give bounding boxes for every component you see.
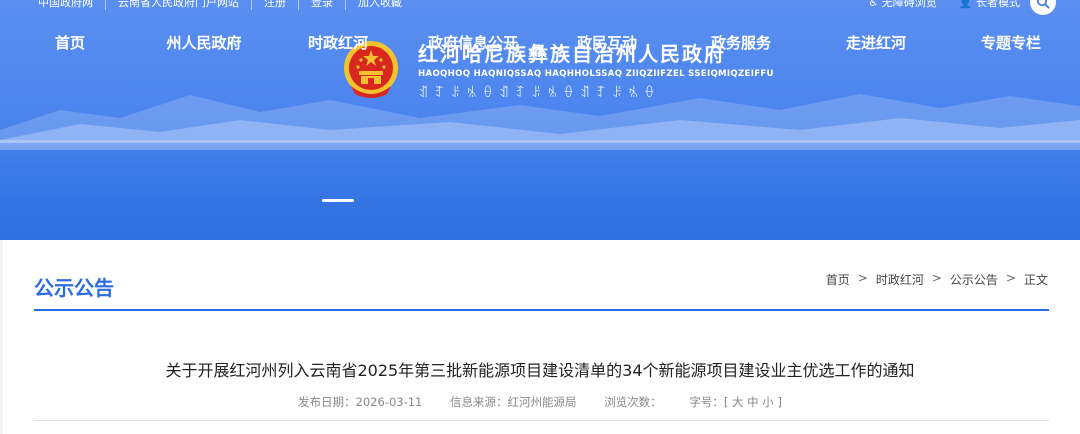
site-title-yi: ꀊꆈꌠꁱꂷꀊꆈꌠꁱꂷꀊꆈꌠꁱꂷ <box>418 86 661 101</box>
topbar-link-register[interactable]: 注册 <box>252 0 299 10</box>
breadcrumb-news[interactable]: 时政红河 <box>876 271 924 288</box>
article-title: 关于开展红河州列入云南省2025年第三批新能源项目建设清单的34个新能源项目建设… <box>165 361 915 380</box>
topbar-link-favorite[interactable]: 加入收藏 <box>346 0 414 10</box>
publish-date: 发布日期：2026-03-11 <box>298 395 423 409</box>
top-utility-bar: 中国政府网 云南省人民政府门户网站 注册 登录 加入收藏 ♿ 无障碍浏览 👤 长… <box>0 0 1080 12</box>
info-source: 信息来源：红河州能源局 <box>450 395 577 409</box>
search-icon <box>1036 0 1050 9</box>
view-count: 浏览次数： <box>604 395 662 409</box>
nav-item-topics[interactable]: 专题专栏 <box>981 32 1041 53</box>
breadcrumb-home[interactable]: 首页 <box>826 271 850 288</box>
section-divider <box>34 309 1049 311</box>
main-nav <box>0 140 1080 240</box>
topbar-link-gov[interactable]: 中国政府网 <box>38 0 106 10</box>
topbar-link-province[interactable]: 云南省人民政府门户网站 <box>106 0 252 10</box>
section-title: 公示公告 <box>34 276 114 300</box>
accessibility-label: 无障碍浏览 <box>881 0 937 9</box>
elder-mode-label: 长者模式 <box>976 0 1020 9</box>
accessibility-icon: ♿ <box>868 0 879 9</box>
nav-active-indicator <box>322 199 354 202</box>
breadcrumb: 首页 > 时政红河 > 公示公告 > 正文 <box>826 271 1048 288</box>
nav-item-news[interactable]: 时政红河 <box>308 32 368 53</box>
nav-item-government[interactable]: 州人民政府 <box>166 32 241 53</box>
nav-item-about[interactable]: 走进红河 <box>846 32 906 53</box>
nav-item-home[interactable]: 首页 <box>55 32 85 53</box>
article-meta: 发布日期：2026-03-11 信息来源：红河州能源局 浏览次数： 字号：[ 大… <box>0 394 1080 410</box>
breadcrumb-announcements[interactable]: 公示公告 <box>950 271 998 288</box>
accessibility-link[interactable]: ♿ 无障碍浏览 <box>868 0 936 10</box>
breadcrumb-separator: > <box>931 271 942 285</box>
breadcrumb-current: 正文 <box>1023 273 1048 287</box>
nav-item-services[interactable]: 政务服务 <box>711 32 771 53</box>
meta-divider <box>34 420 1049 421</box>
nav-item-info-disclosure[interactable]: 政府信息公开 <box>428 32 518 53</box>
breadcrumb-separator: > <box>857 271 868 285</box>
site-title-pinyin: HAOQHOQ HAQNIQSSAQ HAQHHOLSSAQ ZIIQZIIFZ… <box>418 69 774 79</box>
elder-mode-link[interactable]: 👤 长者模式 <box>959 0 1020 10</box>
elder-mode-icon: 👤 <box>958 0 973 9</box>
font-size-switcher[interactable]: 字号：[ 大 中 小 ] <box>689 395 782 409</box>
breadcrumb-separator: > <box>1005 271 1016 285</box>
nav-item-interaction[interactable]: 政民互动 <box>577 32 637 53</box>
topbar-link-login[interactable]: 登录 <box>299 0 346 10</box>
